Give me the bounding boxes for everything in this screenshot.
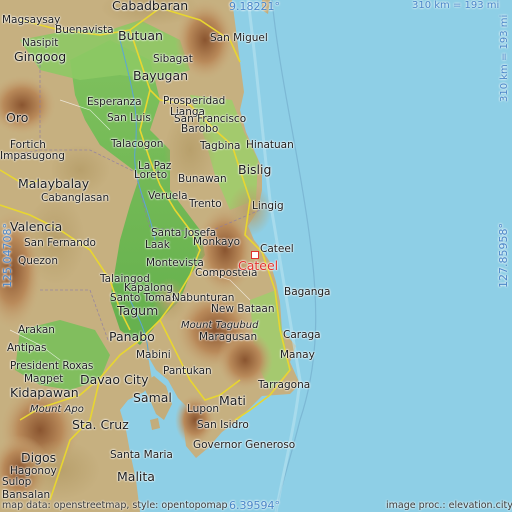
place-label: San Luis xyxy=(107,112,151,124)
mountain-label: Mount Tagubud xyxy=(181,320,259,331)
place-label: Trento xyxy=(189,198,222,210)
place-label: Bislig xyxy=(238,162,272,177)
place-label: Bunawan xyxy=(178,173,227,185)
place-label: Oro xyxy=(6,110,29,125)
place-label: San Fernando xyxy=(24,237,96,249)
place-label: Prosperidad xyxy=(163,95,226,107)
place-label: Pantukan xyxy=(163,365,212,377)
place-label: Magsaysay xyxy=(2,14,61,26)
place-label: Kidapawan xyxy=(10,385,79,400)
place-label: Lupon xyxy=(187,403,220,415)
place-label: Lingig xyxy=(252,200,284,212)
place-label: President Roxas xyxy=(10,360,94,372)
place-label: Monkayo xyxy=(193,236,241,248)
place-label: Cabadbaran xyxy=(112,0,189,13)
place-label: Caraga xyxy=(283,329,321,341)
place-label: Sulop xyxy=(2,476,32,488)
place-label: Magpet xyxy=(24,373,64,385)
place-label: Talacogon xyxy=(111,138,164,150)
latitude-top-label: 9.18221° xyxy=(229,0,280,13)
place-label: Cateel xyxy=(260,243,294,255)
place-label: Manay xyxy=(280,349,315,361)
place-label: San Isidro xyxy=(197,419,249,431)
place-label: Loreto xyxy=(134,169,168,181)
place-label: Laak xyxy=(145,239,170,251)
place-label: Sta. Cruz xyxy=(72,417,129,432)
place-label: Bansalan xyxy=(2,489,51,501)
place-label: Impasugong xyxy=(0,150,65,162)
place-label: Valencia xyxy=(10,219,63,234)
place-label: Digos xyxy=(21,450,57,465)
latitude-bottom-label: 6.39594° xyxy=(229,499,280,512)
place-label: Baganga xyxy=(284,286,331,298)
place-label: Tarragona xyxy=(258,379,311,391)
location-marker[interactable] xyxy=(251,251,259,259)
place-label: Tagum xyxy=(117,303,159,318)
place-label: Nasipit xyxy=(22,37,59,49)
place-label: San Miguel xyxy=(210,32,268,44)
scale-top-label: 310 km = 193 mi xyxy=(412,0,500,11)
place-label: Cabanglasan xyxy=(41,192,110,204)
place-label: Malaybalay xyxy=(18,176,90,191)
place-label: Esperanza xyxy=(87,96,142,108)
place-label: Tagbina xyxy=(200,140,241,152)
place-label: Governor Generoso xyxy=(193,439,296,451)
place-label: Mabini xyxy=(136,349,171,361)
longitude-left-label: 125.04708° xyxy=(1,223,14,288)
place-label: Samal xyxy=(133,390,172,405)
place-label: Nabunturan xyxy=(172,292,235,304)
place-label: Santo Tomas xyxy=(110,292,177,304)
place-label: Hagonoy xyxy=(10,465,57,477)
place-label: Malita xyxy=(117,469,155,484)
place-label: Bayugan xyxy=(133,68,189,83)
place-label: Panabo xyxy=(109,329,155,344)
place-label: Sibagat xyxy=(153,53,193,65)
place-label: Mati xyxy=(219,393,246,408)
place-label: Hinatuan xyxy=(246,139,294,151)
place-label: Antipas xyxy=(7,342,47,354)
place-label: Gingoog xyxy=(14,49,67,64)
place-label: Santa Maria xyxy=(110,449,173,461)
map-attribution: map data: openstreetmap, style: opentopo… xyxy=(2,500,228,511)
highlighted-place-label: Cateel xyxy=(238,258,279,273)
place-label: Veruela xyxy=(148,190,188,202)
place-label: Quezon xyxy=(18,255,58,267)
place-label: Fortich xyxy=(10,139,46,151)
place-label: Arakan xyxy=(18,324,55,336)
image-attribution: image proc.: elevation.city xyxy=(386,500,512,511)
scale-right-label: 310 km = 193 mi xyxy=(499,14,510,102)
place-label: Butuan xyxy=(118,28,163,43)
map-view[interactable]: Magsaysay Cabadbaran Buenavista Butuan S… xyxy=(0,0,512,512)
place-label: Buenavista xyxy=(55,24,114,36)
place-label: Maragusan xyxy=(199,331,258,343)
mountain-label: Mount Apo xyxy=(30,404,84,415)
place-label: New Bataan xyxy=(211,303,275,315)
place-label: Barobo xyxy=(181,123,219,135)
place-label: Davao City xyxy=(80,372,149,387)
longitude-right-label: 127.85958° xyxy=(497,223,510,288)
